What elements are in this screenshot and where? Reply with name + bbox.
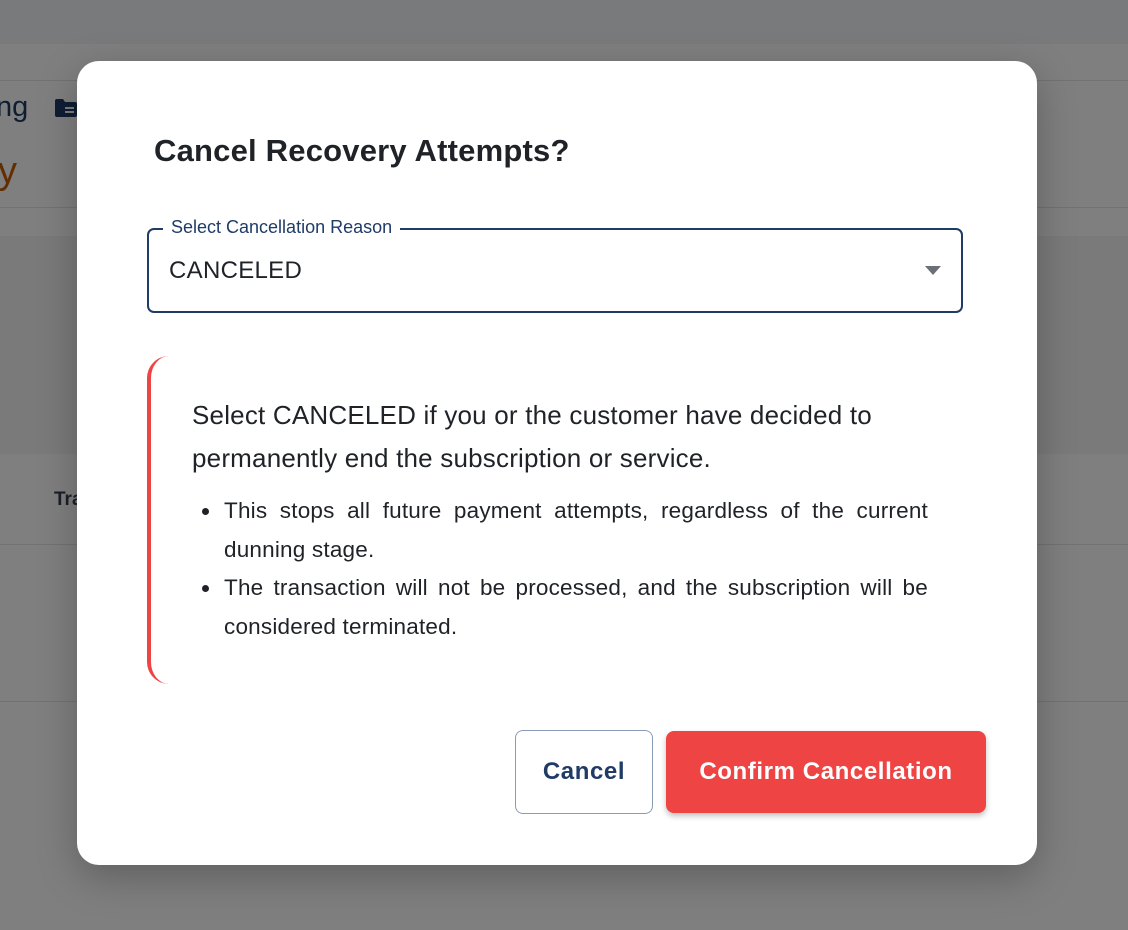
- callout-lead-text: Select CANCELED if you or the customer h…: [192, 400, 872, 473]
- info-callout: Select CANCELED if you or the customer h…: [147, 356, 957, 684]
- cancel-recovery-dialog: Cancel Recovery Attempts? Select Cancell…: [77, 61, 1037, 865]
- caret-down-icon[interactable]: [925, 266, 941, 275]
- select-value: CANCELED: [169, 257, 303, 284]
- list-item: The transaction will not be processed, a…: [202, 569, 928, 646]
- dialog-title: Cancel Recovery Attempts?: [154, 133, 570, 168]
- cancel-button[interactable]: Cancel: [515, 730, 653, 814]
- list-item: This stops all future payment attempts, …: [202, 492, 928, 569]
- callout-accent-border: [147, 356, 169, 684]
- confirm-cancellation-button[interactable]: Confirm Cancellation: [666, 731, 986, 813]
- callout-bullet-list: This stops all future payment attempts, …: [192, 492, 928, 646]
- cancellation-reason-select[interactable]: Select Cancellation Reason CANCELED: [147, 216, 963, 313]
- select-label: Select Cancellation Reason: [163, 216, 401, 238]
